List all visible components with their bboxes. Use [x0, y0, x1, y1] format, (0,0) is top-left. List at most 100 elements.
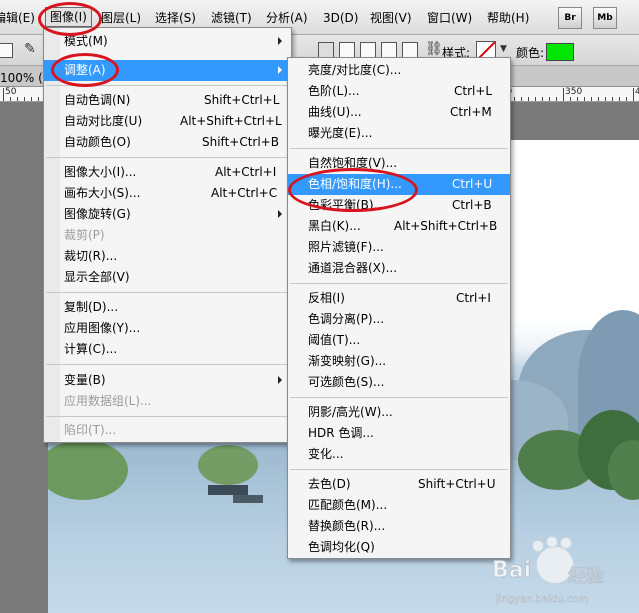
feather-pen-icon[interactable]: ✎ — [24, 41, 36, 57]
menu-item-desaturate[interactable]: 去色(D) Shift+Ctrl+U — [288, 474, 510, 495]
menu-item-posterize[interactable]: 色调分离(P)... — [288, 309, 510, 330]
menu-item-auto-color[interactable]: 自动颜色(O) Shift+Ctrl+B — [44, 132, 291, 153]
menu-item-invert[interactable]: 反相(I) Ctrl+I — [288, 288, 510, 309]
menu-item-label: 阴影/高光(W)... — [308, 405, 393, 419]
ruler-tick — [598, 97, 599, 101]
subtract-selection-icon[interactable] — [360, 42, 376, 58]
submenu-arrow-icon — [278, 376, 282, 384]
menu-separator — [290, 283, 508, 284]
menu-item-mode[interactable]: 模式(M) — [44, 31, 291, 52]
menu-item-shortcut: Ctrl+U — [452, 177, 493, 191]
menu-item-label: 裁切(R)... — [64, 249, 118, 263]
menu-item-shadows-highlights[interactable]: 阴影/高光(W)... — [288, 402, 510, 423]
ruler-tick — [577, 97, 578, 101]
new-selection-icon[interactable] — [318, 42, 334, 58]
menu-item-label: 应用图像(Y)... — [64, 321, 141, 335]
menu-item-label: 裁剪(P) — [64, 228, 105, 242]
menu-item-label: 自动颜色(O) — [64, 135, 131, 149]
menu-item-channel-mixer[interactable]: 通道混合器(X)... — [288, 258, 510, 279]
menu-item-shortcut: Ctrl+L — [454, 84, 493, 98]
color-label: 颜色: — [516, 46, 545, 60]
menu-item-label: 去色(D) — [308, 477, 351, 491]
menu-item-duplicate[interactable]: 复制(D)... — [44, 297, 291, 318]
menu-item-photo-filter[interactable]: 照片滤镜(F)... — [288, 237, 510, 258]
ruler-tick — [542, 97, 543, 101]
ruler-tick — [514, 97, 515, 101]
menu-item-label: 曝光度(E)... — [308, 126, 373, 140]
menu-item-match-color[interactable]: 匹配颜色(M)... — [288, 495, 510, 516]
submenu-arrow-icon — [278, 37, 282, 45]
menu-item-levels[interactable]: 色阶(L)... Ctrl+L — [288, 81, 510, 102]
intersect-selection-icon[interactable] — [381, 42, 397, 58]
menu-layer[interactable]: 图层(L) — [101, 9, 141, 27]
menu-item-image-rotation[interactable]: 图像旋转(G) — [44, 204, 291, 225]
ruler-tick — [591, 97, 592, 101]
menu-item-color-balance[interactable]: 色彩平衡(B)... Ctrl+B — [288, 195, 510, 216]
menu-item-label: 可选颜色(S)... — [308, 375, 385, 389]
menu-item-auto-tone[interactable]: 自动色调(N) Shift+Ctrl+L — [44, 90, 291, 111]
ruler-label: 400 — [635, 87, 639, 97]
menu-item-shortcut: Shift+Ctrl+B — [202, 135, 279, 149]
watermark-url: jingyan.baidu.com — [496, 594, 589, 606]
menu-item-calculations[interactable]: 计算(C)... — [44, 339, 291, 360]
menu-item-image-size[interactable]: 图像大小(I)... Alt+Ctrl+I — [44, 162, 291, 183]
menu-filter[interactable]: 滤镜(T) — [211, 9, 252, 27]
menu-separator — [290, 469, 508, 470]
ruler-tick — [10, 97, 11, 101]
menu-select[interactable]: 选择(S) — [155, 9, 196, 27]
menu-item-label: 通道混合器(X)... — [308, 261, 398, 275]
tool-preset-icon[interactable] — [0, 43, 13, 58]
mini-bridge-button[interactable]: Mb — [593, 7, 617, 29]
menu-help[interactable]: 帮助(H) — [487, 9, 529, 27]
menu-window[interactable]: 窗口(W) — [427, 9, 472, 27]
menu-item-apply-image[interactable]: 应用图像(Y)... — [44, 318, 291, 339]
menu-item-variables[interactable]: 变量(B) — [44, 370, 291, 391]
color-swatch[interactable] — [546, 43, 574, 61]
menu-item-label: 变化... — [308, 447, 344, 461]
menu-item-exposure[interactable]: 曝光度(E)... — [288, 123, 510, 144]
menu-view[interactable]: 视图(V) — [370, 9, 412, 27]
exclude-selection-icon[interactable] — [402, 42, 418, 58]
menu-item-variations[interactable]: 变化... — [288, 444, 510, 465]
menu-item-label: 曲线(U)... — [308, 105, 362, 119]
add-selection-icon[interactable] — [339, 42, 355, 58]
menu-item-label: 自动色调(N) — [64, 93, 131, 107]
paw-toe-icon — [532, 540, 544, 552]
menu-item-label: 亮度/对比度(C)... — [308, 63, 402, 77]
menu-item-black-white[interactable]: 黑白(K)... Alt+Shift+Ctrl+B — [288, 216, 510, 237]
menu-item-label: 阈值(T)... — [308, 333, 361, 347]
menu-item-brightness-contrast[interactable]: 亮度/对比度(C)... — [288, 60, 510, 81]
menu-item-trim[interactable]: 裁切(R)... — [44, 246, 291, 267]
bridge-button[interactable]: Br — [558, 7, 582, 29]
adjustments-submenu: 亮度/对比度(C)... 色阶(L)... Ctrl+L 曲线(U)... Ct… — [287, 57, 511, 559]
menu-analysis[interactable]: 分析(A) — [266, 9, 308, 27]
ruler-tick — [38, 97, 39, 101]
menu-item-threshold[interactable]: 阈值(T)... — [288, 330, 510, 351]
ruler-tick — [31, 97, 32, 101]
menu-image[interactable]: 图像(I) — [45, 7, 92, 27]
menu-separator — [290, 148, 508, 149]
menu-item-label: 替换颜色(R)... — [308, 519, 386, 533]
menu-item-canvas-size[interactable]: 画布大小(S)... Alt+Ctrl+C — [44, 183, 291, 204]
menu-item-gradient-map[interactable]: 渐变映射(G)... — [288, 351, 510, 372]
watermark-brand-2: 经验 — [568, 566, 605, 588]
link-icon[interactable]: ⛓ — [425, 41, 443, 57]
menu-3d[interactable]: 3D(D) — [323, 9, 358, 27]
menu-separator — [290, 397, 508, 398]
menu-item-label: 色调分离(P)... — [308, 312, 385, 326]
menu-item-selective-color[interactable]: 可选颜色(S)... — [288, 372, 510, 393]
menu-item-label: HDR 色调... — [308, 426, 374, 440]
menu-item-replace-color[interactable]: 替换颜色(R)... — [288, 516, 510, 537]
menu-item-curves[interactable]: 曲线(U)... Ctrl+M — [288, 102, 510, 123]
menu-item-label: 变量(B) — [64, 373, 106, 387]
menu-item-auto-contrast[interactable]: 自动对比度(U) Alt+Shift+Ctrl+L — [44, 111, 291, 132]
menu-item-hue-saturation[interactable]: 色相/饱和度(H)... Ctrl+U — [288, 174, 510, 195]
menu-item-hdr-toning[interactable]: HDR 色调... — [288, 423, 510, 444]
menu-edit[interactable]: 编辑(E) — [0, 9, 35, 27]
menu-item-vibrance[interactable]: 自然饱和度(V)... — [288, 153, 510, 174]
boat — [233, 495, 263, 503]
chevron-down-icon[interactable]: ▼ — [500, 44, 507, 54]
menu-item-reveal-all[interactable]: 显示全部(V) — [44, 267, 291, 288]
menu-item-equalize[interactable]: 色调均化(Q) — [288, 537, 510, 558]
menu-item-adjust[interactable]: 调整(A) — [44, 60, 291, 81]
